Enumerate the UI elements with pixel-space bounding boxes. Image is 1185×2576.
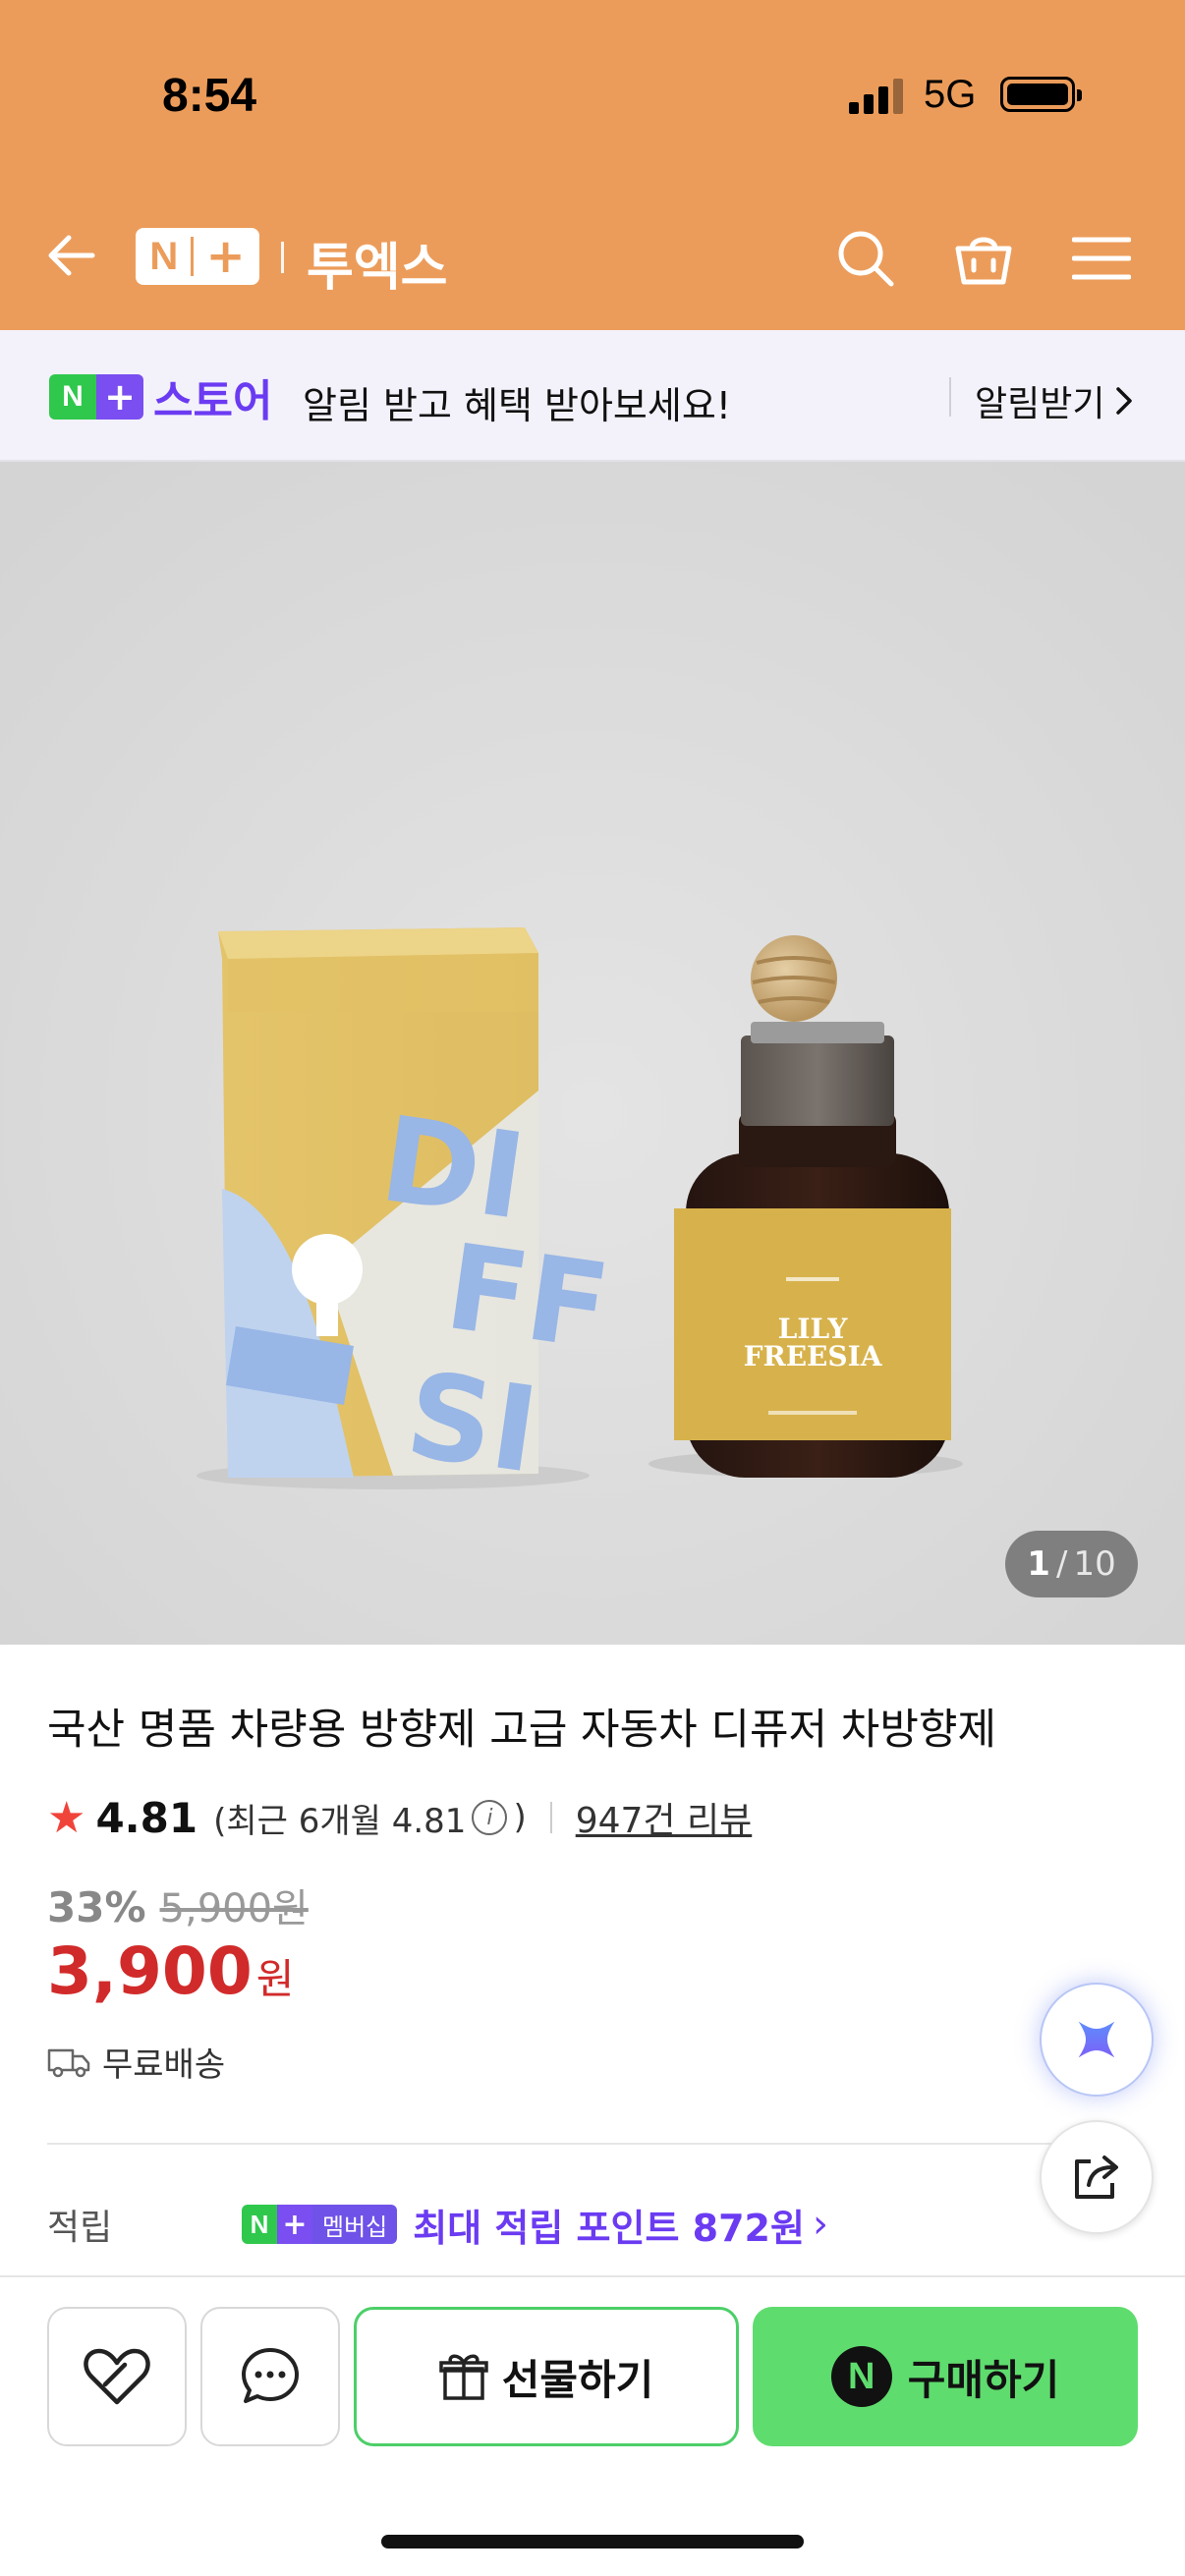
naver-pay-icon: N bbox=[830, 2346, 892, 2407]
svg-text:DI: DI bbox=[373, 1092, 533, 1247]
product-title: 국산 명품 차량용 방향제 고급 자동차 디퓨저 차방향제 bbox=[47, 1706, 996, 1755]
wishlist-button[interactable] bbox=[47, 2307, 187, 2446]
shipping-label: 무료배송 bbox=[102, 2045, 226, 2085]
home-indicator[interactable] bbox=[381, 2535, 804, 2548]
points-label: 적립 bbox=[47, 2208, 113, 2248]
banner-message: 알림 받고 혜택 받아보세요! bbox=[303, 384, 732, 427]
gift-icon bbox=[438, 2354, 488, 2400]
divider bbox=[47, 2143, 1138, 2145]
truck-icon bbox=[47, 2048, 90, 2077]
notification-banner: N + 스토어 알림 받고 혜택 받아보세요! 알림받기 bbox=[0, 330, 1185, 462]
points-row[interactable]: 적립 N + 멤버십 최대 적립 포인트 872원 › bbox=[47, 2197, 1138, 2252]
status-time: 8:54 bbox=[162, 70, 257, 122]
info-icon[interactable]: i bbox=[472, 1800, 508, 1835]
product-photo: DI FF SI LILY FREESIA bbox=[0, 462, 1185, 1645]
ai-sparkle-icon bbox=[1078, 2021, 1115, 2058]
battery-icon bbox=[1000, 77, 1082, 112]
original-price: 5,900원 bbox=[159, 1886, 309, 1932]
shopping-bag-icon bbox=[955, 237, 1012, 285]
buy-button[interactable]: N 구매하기 bbox=[753, 2307, 1138, 2446]
network-type: 5G bbox=[924, 73, 977, 116]
chevron-right-icon: › bbox=[812, 2202, 828, 2247]
search-icon bbox=[838, 231, 894, 287]
ai-assistant-button[interactable] bbox=[1040, 1983, 1154, 2097]
store-label: 스토어 bbox=[153, 376, 273, 426]
rating-score: 4.81 bbox=[95, 1793, 198, 1842]
back-arrow-icon bbox=[48, 235, 95, 276]
discount-row: 33% 5,900원 bbox=[47, 1876, 309, 1933]
gift-button-label: 선물하기 bbox=[501, 2355, 654, 2404]
naver-plus-store-badge: N + 스토어 bbox=[49, 373, 272, 426]
rating-row: ★ 4.81 (최근 6개월 4.81 i ) 947건 리뷰 bbox=[47, 1790, 752, 1845]
chevron-right-icon bbox=[1116, 387, 1133, 415]
store-brand-name[interactable]: 투엑스 bbox=[307, 226, 448, 300]
share-icon bbox=[1075, 2156, 1118, 2199]
chat-bubble-icon bbox=[242, 2348, 299, 2403]
image-page-counter: 1 / 10 bbox=[1005, 1531, 1138, 1597]
svg-text:SI: SI bbox=[399, 1347, 545, 1500]
reviews-link[interactable]: 947건 리뷰 bbox=[576, 1792, 753, 1843]
sale-price: 3,900 원 bbox=[47, 1933, 294, 2009]
top-nav: N + 투엑스 bbox=[0, 206, 1185, 305]
heart-icon bbox=[84, 2348, 150, 2405]
product-image[interactable]: DI FF SI LILY FREESIA bbox=[0, 462, 1185, 1645]
logo-plus: + bbox=[205, 229, 246, 284]
gift-button[interactable]: 선물하기 bbox=[354, 2307, 739, 2446]
buy-button-label: 구매하기 bbox=[907, 2355, 1060, 2404]
subscribe-alerts-button[interactable]: 알림받기 bbox=[975, 375, 1136, 426]
naver-plus-logo[interactable]: N + bbox=[136, 228, 259, 285]
talk-button[interactable] bbox=[200, 2307, 340, 2446]
menu-icon bbox=[1072, 237, 1131, 280]
cart-button[interactable] bbox=[949, 224, 1018, 293]
sale-price-value: 3,900 bbox=[47, 1933, 253, 2009]
max-points-text: 최대 적립 포인트 872원 bbox=[413, 2206, 805, 2250]
search-button[interactable] bbox=[831, 224, 900, 293]
signal-icon bbox=[849, 79, 906, 114]
back-button[interactable] bbox=[39, 228, 102, 283]
menu-button[interactable] bbox=[1067, 224, 1136, 293]
logo-n: N bbox=[149, 234, 179, 278]
share-button[interactable] bbox=[1040, 2120, 1154, 2234]
svg-text:FREESIA: FREESIA bbox=[744, 1340, 883, 1372]
naver-plus-membership-badge: N + 멤버십 bbox=[242, 2205, 398, 2244]
sale-price-unit: 원 bbox=[255, 1955, 295, 2003]
subscribe-alerts-label: 알림받기 bbox=[975, 384, 1105, 424]
shipping-info: 무료배송 bbox=[47, 2038, 225, 2086]
discount-percent: 33% bbox=[47, 1883, 146, 1932]
recent-rating: (최근 6개월 4.81 i ) bbox=[213, 1798, 527, 1841]
star-icon: ★ bbox=[47, 1792, 86, 1843]
